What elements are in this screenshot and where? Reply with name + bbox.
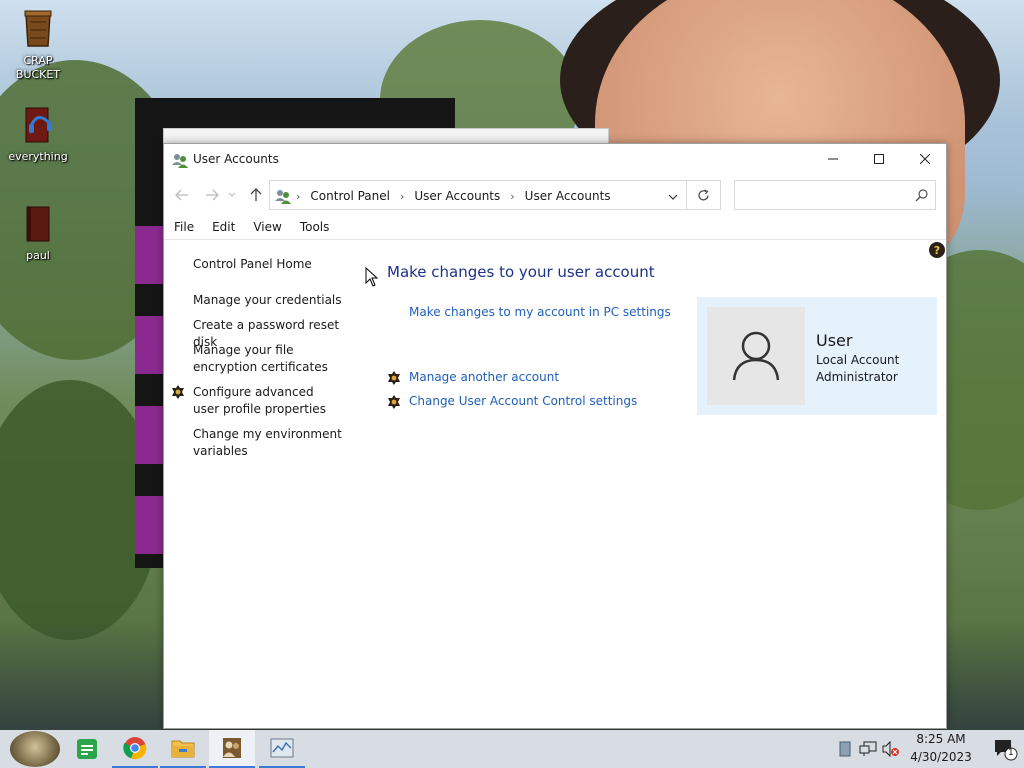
network-icon[interactable] [859,741,877,760]
account-role: Administrator [816,370,898,384]
breadcrumb: › Control Panel › User Accounts › User A… [296,189,611,203]
window-title: User Accounts [193,152,279,166]
maximize-icon [874,154,884,164]
taskbar: 8:25 AM 4/30/2023 1 [0,730,1024,768]
title-bar[interactable]: User Accounts [164,144,946,174]
notes-icon [77,739,97,759]
chrome-icon [123,737,147,760]
advanced-profile-link[interactable]: Configure advanced user profile properti… [193,384,343,418]
close-button[interactable] [902,144,948,174]
desktop-icon-everything[interactable]: everything [0,104,76,164]
action-center-button[interactable]: 1 [994,739,1018,764]
recent-locations-button[interactable] [226,185,238,205]
file-encryption-link[interactable]: Manage your file encryption certificates [193,342,358,376]
close-icon [920,154,930,164]
desktop-icon-paul[interactable]: paul [0,203,76,263]
search-icon[interactable] [915,189,928,205]
file-explorer-icon [171,740,195,758]
breadcrumb-control-panel[interactable]: Control Panel [310,189,390,203]
system-tray: 8:25 AM 4/30/2023 1 [814,730,1024,768]
user-icon [732,331,780,381]
manage-credentials-link[interactable]: Manage your credentials [193,292,363,309]
user-accounts-window: User Accounts › Control Panel › User Acc… [163,143,947,729]
breadcrumb-separator-icon[interactable]: › [400,190,404,203]
start-button[interactable] [10,731,60,767]
help-icon: ? [933,243,941,257]
desktop-icon-crap-bucket[interactable]: CRAP BUCKET [0,8,76,82]
uac-settings-link[interactable]: Change User Account Control settings [409,394,637,408]
menu-view[interactable]: View [237,218,283,239]
address-dropdown-button[interactable] [668,190,678,204]
account-type: Local Account [816,353,900,367]
desktop-icon-label: CRAP BUCKET [15,54,61,81]
taskbar-chrome-button[interactable] [112,730,158,768]
desktop-icon-label: everything [8,150,68,163]
address-bar[interactable]: › Control Panel › User Accounts › User A… [269,180,687,210]
book-icon [22,203,54,245]
headphones-book-icon [22,104,54,146]
chevron-down-icon [668,194,678,200]
breadcrumb-user-accounts[interactable]: User Accounts [414,189,500,203]
taskbar-file-explorer-button[interactable] [160,730,206,768]
arrow-right-icon [206,189,219,201]
mouse-cursor-icon [365,266,379,290]
menu-bar: File Edit View Tools [164,218,946,240]
control-panel-home-link[interactable]: Control Panel Home [193,256,363,273]
taskbar-notes-button[interactable] [64,730,110,768]
notification-count: 1 [1008,748,1014,758]
user-name: User [816,331,853,350]
arrow-up-icon [250,188,262,201]
back-button[interactable] [172,185,192,205]
refresh-icon [698,188,709,200]
taskbar-user-accounts-button[interactable] [209,730,255,768]
manage-another-account-link[interactable]: Manage another account [409,370,559,384]
page-title: Make changes to your user account [387,263,655,281]
uac-shield-icon [387,371,401,385]
chevron-down-icon [228,192,236,197]
resource-monitor-icon [270,738,294,758]
notification-icon [995,740,1018,761]
user-accounts-icon [223,738,241,758]
breadcrumb-user-accounts-current[interactable]: User Accounts [525,189,611,203]
tablet-mode-icon[interactable] [839,741,851,760]
menu-tools[interactable]: Tools [284,218,332,239]
uac-shield-icon [387,395,401,409]
menu-edit[interactable]: Edit [196,218,237,239]
pc-settings-link[interactable]: Make changes to my account in PC setting… [409,305,671,319]
uac-shield-icon [171,385,185,399]
user-accounts-icon [172,152,188,168]
clock-date[interactable]: 4/30/2023 [901,750,981,764]
up-button[interactable] [246,185,266,205]
user-tile: User Local Account Administrator [697,297,937,415]
help-button[interactable]: ? [929,242,945,258]
breadcrumb-separator-icon[interactable]: › [510,190,514,203]
search-box[interactable] [734,180,936,210]
volume-muted-icon[interactable] [882,740,900,760]
breadcrumb-separator-icon: › [296,189,301,203]
desktop-icon-label: paul [26,249,50,262]
arrow-left-icon [175,189,188,201]
environment-variables-link[interactable]: Change my environment variables [193,426,343,460]
minimize-icon [828,158,838,160]
menu-file[interactable]: File [164,218,196,239]
maximize-button[interactable] [856,144,902,174]
clock-time[interactable]: 8:25 AM [901,732,981,746]
user-accounts-icon [275,188,291,204]
forward-button[interactable] [202,185,222,205]
refresh-button[interactable] [687,180,721,210]
bucket-icon [22,8,54,50]
avatar [707,307,805,405]
minimize-button[interactable] [810,144,856,174]
taskbar-resource-monitor-button[interactable] [259,730,305,768]
address-row: › Control Panel › User Accounts › User A… [164,178,946,212]
